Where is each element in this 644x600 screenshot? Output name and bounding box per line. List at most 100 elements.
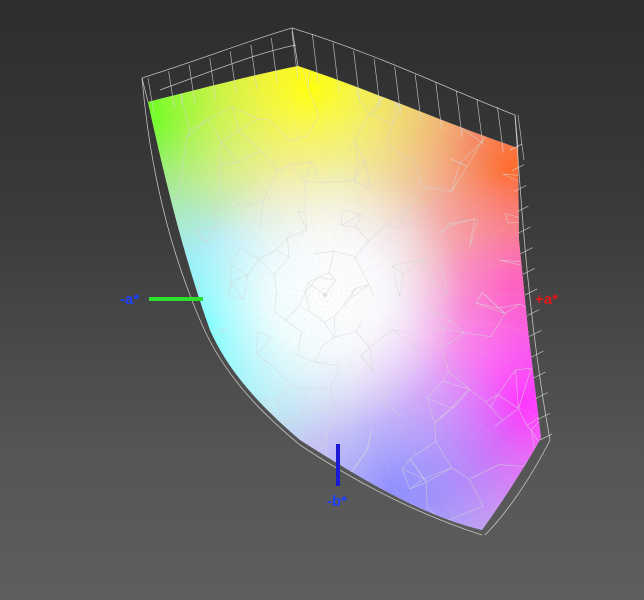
- mesh-edge: [411, 78, 429, 86]
- mesh-edge: [260, 464, 269, 490]
- mesh-edge: [387, 519, 400, 530]
- mesh-edge: [561, 358, 583, 374]
- mesh-edge: [116, 370, 144, 371]
- mesh-edge: [427, 66, 453, 74]
- wire-tick: [522, 267, 536, 275]
- mesh-edge: [238, 66, 254, 75]
- mesh-edge: [575, 223, 587, 244]
- mesh-edge: [315, 479, 320, 500]
- mesh-edge: [427, 66, 430, 86]
- mesh-edge: [103, 129, 120, 140]
- mesh-edge: [133, 345, 143, 370]
- mesh-edge: [587, 223, 591, 239]
- mesh-edge: [111, 344, 133, 345]
- mesh-edge: [527, 260, 541, 268]
- mesh-edge: [356, 54, 382, 65]
- mesh-edge: [81, 218, 108, 238]
- mesh-edge: [213, 495, 236, 506]
- mesh-edge: [156, 256, 175, 277]
- wire-tick: [531, 350, 544, 358]
- mesh-edge: [89, 371, 116, 377]
- mesh-edge: [579, 321, 600, 331]
- mesh-edge: [175, 483, 192, 512]
- mesh-edge: [371, 518, 389, 521]
- mesh-edge: [103, 133, 106, 140]
- mesh-edge: [600, 271, 608, 300]
- mesh-edge: [523, 260, 541, 263]
- mesh-edge: [227, 486, 236, 506]
- mesh-edge: [102, 371, 116, 392]
- mesh-edge: [283, 515, 290, 521]
- mesh-edge: [323, 455, 327, 475]
- mesh-edge: [148, 329, 149, 346]
- mesh-edge: [100, 403, 108, 434]
- mesh-edge: [134, 419, 142, 436]
- mesh-edge: [575, 239, 591, 243]
- mesh-edge: [356, 43, 357, 64]
- mesh-edge: [574, 187, 584, 208]
- mesh-edge: [53, 214, 57, 236]
- mesh-edge: [65, 371, 72, 400]
- mesh-edge: [117, 154, 127, 167]
- mesh-edge: [148, 435, 156, 464]
- mesh-edge: [102, 197, 108, 218]
- mesh-edge: [160, 427, 179, 444]
- mesh-edge: [520, 182, 541, 189]
- mesh-edge: [47, 257, 49, 265]
- mesh-edge: [100, 433, 112, 448]
- mesh-edge: [557, 261, 570, 285]
- mesh-edge: [173, 374, 207, 387]
- mesh-edge: [534, 449, 541, 451]
- wire-tick: [535, 392, 548, 399]
- mesh-edge: [155, 443, 161, 464]
- mesh-edge: [47, 265, 51, 317]
- mesh-edge: [175, 505, 183, 512]
- mesh-edge: [350, 499, 373, 521]
- pos-a-axis-label: +a*: [535, 291, 558, 308]
- mesh-edge: [189, 356, 207, 376]
- mesh-edge: [206, 368, 229, 376]
- mesh-edge: [552, 321, 579, 322]
- mesh-edge: [394, 532, 399, 536]
- mesh-edge: [227, 477, 230, 487]
- mesh-edge: [117, 155, 132, 167]
- mesh-edge: [428, 73, 453, 86]
- mesh-edge: [533, 188, 541, 222]
- mesh-edge: [84, 140, 103, 161]
- mesh-edge: [105, 256, 109, 265]
- mesh-edge: [556, 187, 574, 193]
- mesh-edge: [381, 536, 394, 537]
- wire-tick: [529, 330, 542, 337]
- mesh-edge: [210, 403, 232, 412]
- mesh-edge: [50, 317, 76, 332]
- mesh-edge: [106, 129, 120, 134]
- mesh-edge: [171, 419, 181, 443]
- mesh-edge: [315, 474, 325, 480]
- mesh-edge: [302, 42, 311, 65]
- mesh-edge: [172, 319, 187, 334]
- mesh-edge: [520, 176, 538, 183]
- neg-b-axis-label: -b*: [327, 493, 347, 510]
- mesh-edge: [156, 253, 158, 257]
- mesh-edge: [230, 66, 254, 75]
- mesh-edge: [523, 256, 541, 263]
- mesh-edge: [156, 253, 175, 277]
- mesh-edge: [53, 235, 81, 238]
- mesh-edge: [568, 321, 579, 346]
- mesh-edge: [89, 377, 102, 393]
- mesh-edge: [178, 419, 181, 428]
- mesh-edge: [264, 488, 269, 513]
- mesh-edge: [102, 197, 124, 211]
- mesh-edge: [100, 403, 108, 434]
- mesh-edge: [213, 486, 229, 496]
- mesh-edge: [94, 265, 104, 278]
- mesh-edge: [387, 517, 394, 520]
- mesh-edge: [527, 256, 541, 268]
- mesh-edge: [107, 318, 126, 330]
- mesh-edge: [552, 322, 568, 346]
- mesh-edge: [185, 331, 200, 334]
- mesh-edge: [272, 536, 277, 546]
- mesh-edge: [105, 265, 121, 277]
- mesh-edge: [57, 214, 75, 237]
- mesh-edge: [185, 332, 191, 357]
